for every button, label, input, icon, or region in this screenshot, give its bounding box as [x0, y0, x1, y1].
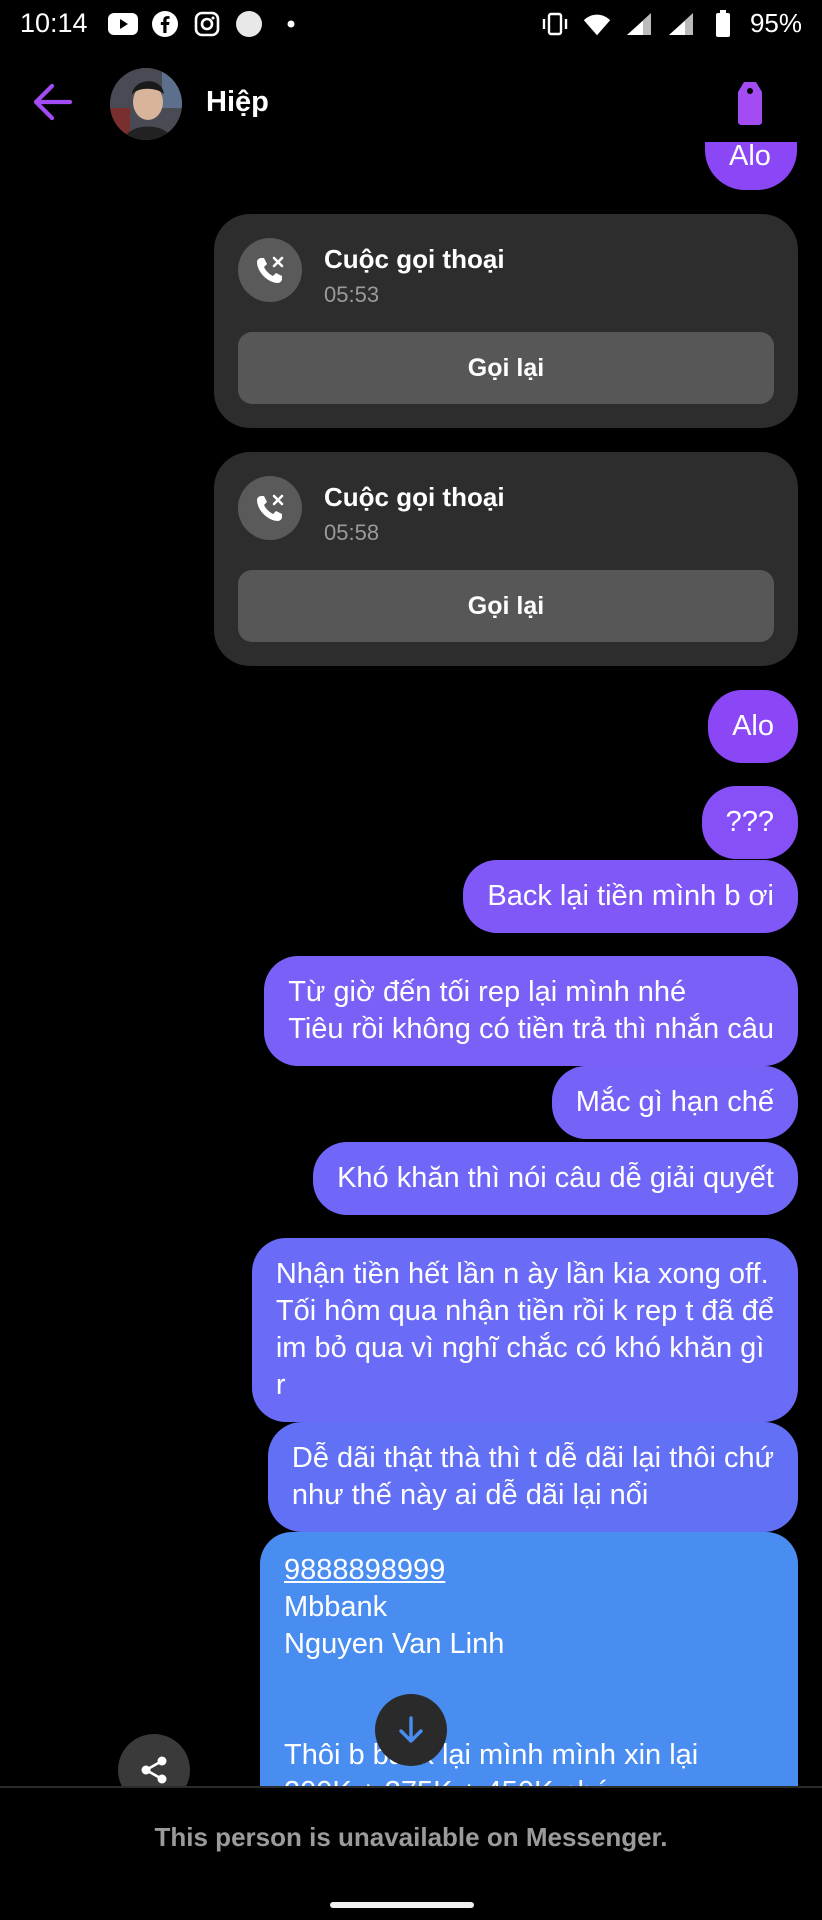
message-text: Nhận tiền hết lần n ày lần kia xong off.: [275, 1258, 769, 1290]
call-title: Cuộc gọi thoại: [324, 244, 505, 274]
scroll-to-bottom-button[interactable]: [375, 1694, 447, 1766]
message-list[interactable]: Alo Cuộc gọi thoại 05:53 Gọi lại Cuộc gọ…: [0, 142, 822, 1786]
message-text: r: [275, 1369, 286, 1401]
call-duration: 05:58: [324, 520, 380, 545]
bank-name: Mbbank: [284, 1591, 388, 1623]
facebook-icon: [150, 10, 180, 38]
battery-percent: 95%: [749, 8, 802, 38]
message-text: Thôi b back lại mình mình xin lại: [284, 1739, 699, 1771]
message-text: Từ giờ đến tối rep lại mình nhé: [288, 976, 687, 1008]
message-bubble[interactable]: Mắc gì hạn chế: [551, 1066, 798, 1139]
status-time: 10:14: [20, 8, 88, 38]
message-bubble[interactable]: Từ giờ đến tối rep lại mình nhé Tiêu rồi…: [264, 956, 798, 1066]
battery-icon: [708, 9, 738, 38]
tag-button[interactable]: [730, 78, 770, 128]
youtube-icon: [108, 10, 138, 38]
share-icon: [141, 1756, 167, 1784]
call-title: Cuộc gọi thoại: [324, 482, 505, 512]
missed-call-icon: [238, 238, 302, 302]
signal-icon: [624, 10, 654, 38]
message-text: Tiêu rồi không có tiền trả thì nhắn câu: [288, 1013, 774, 1045]
message-bubble-partial[interactable]: Alo: [705, 142, 797, 190]
message-text: Alo: [729, 142, 771, 172]
call-duration: 05:53: [324, 282, 380, 307]
message-bubble[interactable]: Nhận tiền hết lần n ày lần kia xong off.…: [251, 1238, 798, 1422]
vibrate-icon: [540, 10, 570, 38]
contact-avatar[interactable]: [110, 68, 182, 140]
tag-icon: [738, 82, 762, 125]
account-number-link[interactable]: 9888898999: [284, 1552, 774, 1589]
call-back-button[interactable]: Gọi lại: [238, 570, 774, 642]
message-text: Tối hôm qua nhận tiền rồi k rep t đã để: [275, 1295, 774, 1327]
circle-icon: [234, 10, 264, 38]
wifi-icon: [582, 10, 612, 38]
signal-icon: [666, 10, 696, 38]
back-button[interactable]: [30, 82, 74, 122]
message-text: Khó khăn thì nói câu dễ giải quyết: [337, 1162, 774, 1194]
account-holder: Nguyen Van Linh: [284, 1628, 505, 1660]
notification-icons: [108, 10, 306, 38]
arrow-down-icon: [399, 1716, 423, 1743]
message-bubble[interactable]: Khó khăn thì nói câu dễ giải quyết: [313, 1142, 798, 1215]
status-bar: 10:14 95%: [0, 0, 822, 48]
missed-call-icon: [238, 476, 302, 540]
message-text: Dễ dãi thật thà thì t dễ dãi lại thôi ch…: [291, 1442, 774, 1474]
message-bubble[interactable]: Dễ dãi thật thà thì t dễ dãi lại thôi ch…: [267, 1422, 798, 1532]
composer-area: This person is unavailable on Messenger.: [0, 1786, 822, 1920]
instagram-icon: [192, 10, 222, 38]
message-text: như thế này ai dễ dãi lại nổi: [291, 1479, 649, 1511]
call-card: Cuộc gọi thoại 05:58 Gọi lại: [214, 452, 798, 666]
message-text: ???: [725, 806, 774, 838]
home-indicator[interactable]: [330, 1902, 474, 1908]
system-icons: 95%: [540, 8, 802, 39]
message-text: Alo: [732, 710, 774, 742]
message-text: im bỏ qua vì nghĩ chắc có khó khăn gì: [275, 1332, 765, 1364]
unavailable-notice: This person is unavailable on Messenger.: [154, 1822, 668, 1852]
dot-icon: [276, 10, 306, 38]
conversation-header: Hiệp: [0, 62, 822, 142]
call-card: Cuộc gọi thoại 05:53 Gọi lại: [214, 214, 798, 428]
contact-name[interactable]: Hiệp: [206, 86, 269, 119]
message-bubble[interactable]: Alo: [708, 690, 798, 763]
arrow-left-icon: [33, 83, 73, 121]
bank-info-bubble[interactable]: 9888898999 Mbbank Nguyen Van Linh Thôi b…: [260, 1532, 798, 1786]
message-text: Back lại tiền mình b ơi: [487, 880, 774, 912]
message-text: 200K + 375K + 450K nhé: [284, 1774, 774, 1786]
call-back-button[interactable]: Gọi lại: [238, 332, 774, 404]
message-bubble[interactable]: Back lại tiền mình b ơi: [463, 860, 798, 933]
message-bubble[interactable]: ???: [701, 786, 798, 859]
message-text: Mắc gì hạn chế: [575, 1086, 774, 1118]
